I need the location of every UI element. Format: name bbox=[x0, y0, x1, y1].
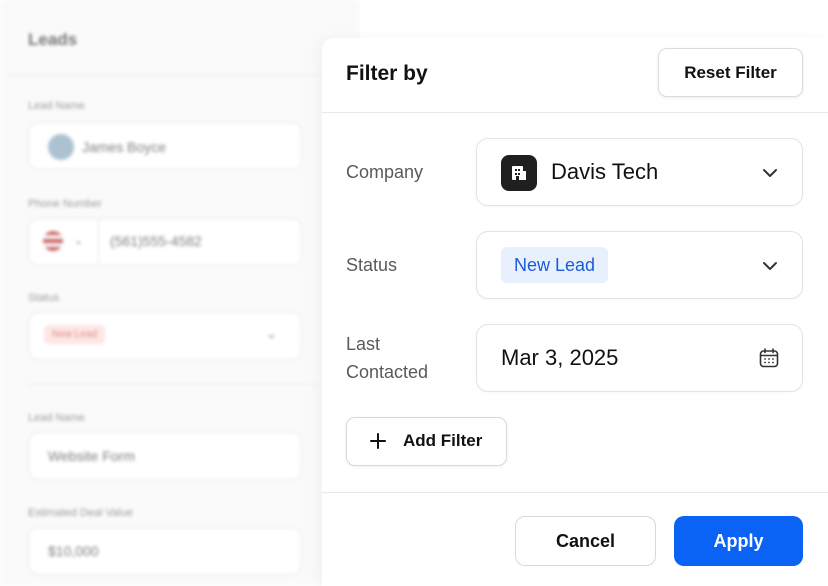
filter-panel-header: Filter by Reset Filter bbox=[322, 38, 828, 112]
background-deal-label: Estimated Deal Value bbox=[28, 507, 133, 519]
us-flag-icon bbox=[43, 231, 63, 251]
footer-divider bbox=[322, 492, 828, 493]
background-divider bbox=[28, 384, 322, 385]
chevron-down-icon bbox=[763, 169, 777, 177]
chevron-down-icon: ⌄ bbox=[266, 326, 277, 341]
add-filter-label: Add Filter bbox=[403, 431, 483, 450]
background-source-value: Website Form bbox=[48, 448, 135, 464]
last-contacted-value: Mar 3, 2025 bbox=[501, 345, 619, 370]
cancel-button[interactable]: Cancel bbox=[515, 516, 656, 566]
reset-filter-button[interactable]: Reset Filter bbox=[658, 48, 803, 97]
background-lead-name-value: James Boyce bbox=[82, 139, 167, 155]
background-phone-divider bbox=[98, 218, 99, 266]
company-value: Davis Tech bbox=[551, 159, 659, 184]
plus-icon bbox=[370, 433, 386, 449]
building-icon bbox=[501, 155, 537, 191]
background-phone-label: Phone Number bbox=[28, 198, 102, 210]
status-select[interactable]: New Lead bbox=[476, 231, 803, 299]
background-status-label: Status bbox=[28, 292, 60, 304]
header-divider bbox=[322, 112, 828, 113]
calendar-icon[interactable] bbox=[758, 347, 780, 369]
background-source-label: Lead Name bbox=[28, 412, 85, 424]
add-filter-button[interactable]: Add Filter bbox=[346, 417, 507, 466]
page-title: Filter by bbox=[346, 62, 428, 85]
last-contacted-label-line1: Last bbox=[346, 334, 381, 354]
last-contacted-label-line2: Contacted bbox=[346, 362, 429, 382]
status-badge: New Lead bbox=[501, 247, 609, 283]
background-lead-name-label: Lead Name bbox=[28, 100, 85, 112]
company-label: Company bbox=[346, 162, 424, 182]
chevron-down-icon: ⌄ bbox=[74, 235, 84, 247]
background-title: Leads bbox=[28, 30, 78, 49]
apply-button[interactable]: Apply bbox=[674, 516, 803, 566]
background-deal-value: $10,000 bbox=[48, 543, 99, 559]
filter-panel: Filter by Reset Filter Company Davis Tec… bbox=[322, 38, 828, 586]
background-status-badge: New Lead bbox=[44, 325, 106, 344]
background-lead-form: Leads Lead Name James Boyce Phone Number… bbox=[0, 0, 360, 586]
company-select[interactable]: Davis Tech bbox=[476, 138, 803, 206]
background-divider bbox=[6, 74, 322, 75]
background-phone-value: (561)555-4582 bbox=[110, 233, 202, 249]
chevron-down-icon bbox=[763, 262, 777, 270]
avatar bbox=[48, 134, 74, 160]
last-contacted-date-picker[interactable]: Mar 3, 2025 bbox=[476, 324, 803, 392]
status-label: Status bbox=[346, 255, 398, 275]
last-contacted-label: Last Contacted bbox=[346, 330, 428, 386]
